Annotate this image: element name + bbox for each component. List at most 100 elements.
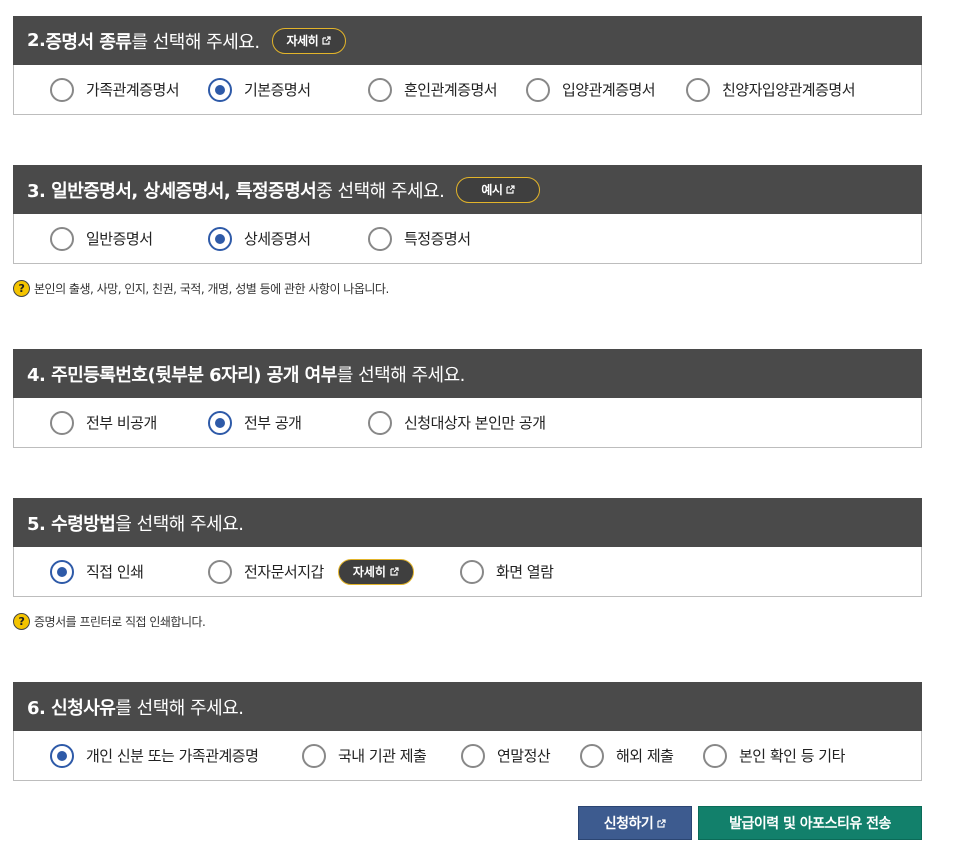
- question-icon: ?: [13, 613, 30, 630]
- section-title-rest: 를 선택해 주세요.: [336, 364, 466, 386]
- radio-overseas[interactable]: 해외 제출: [580, 743, 703, 768]
- radio-button[interactable]: [686, 77, 710, 102]
- radio-button-selected[interactable]: [208, 226, 232, 251]
- radio-button[interactable]: [459, 559, 484, 584]
- radio-button[interactable]: [50, 410, 74, 435]
- radio-label: 기본증명서: [244, 81, 311, 99]
- radio-label: 특정증명서: [404, 230, 471, 248]
- radio-group: 일반증명서 상세증명서 특정증명서: [13, 214, 922, 264]
- radio-label: 혼인관계증명서: [404, 81, 498, 99]
- radio-year-end-tax[interactable]: 연말정산: [461, 743, 580, 768]
- radio-personal-id[interactable]: 개인 신분 또는 가족관계증명: [50, 743, 302, 768]
- radio-label: 상세증명서: [244, 230, 311, 248]
- section-header: 2. 증명서 종류 를 선택해 주세요. 자세히: [13, 16, 922, 65]
- help-text: 본인의 출생, 사망, 인지, 친권, 국적, 개명, 성별 등에 관한 사항이…: [34, 282, 389, 296]
- radio-marriage[interactable]: 혼인관계증명서: [368, 77, 526, 102]
- radio-all-private[interactable]: 전부 비공개: [50, 410, 208, 435]
- radio-label: 신청대상자 본인만 공개: [404, 414, 546, 432]
- details-button[interactable]: 자세히: [337, 558, 414, 585]
- radio-label: 전부 공개: [244, 414, 302, 432]
- section-receipt-method: 5. 수령방법 을 선택해 주세요. 직접 인쇄 전자문서지갑 자세히 화면 열람: [13, 498, 922, 597]
- section-certificate-type: 2. 증명서 종류 를 선택해 주세요. 자세히 가족관계증명서 기본증명서 혼인…: [13, 16, 922, 115]
- radio-family-relation[interactable]: 가족관계증명서: [50, 77, 208, 102]
- section-application-reason: 6. 신청사유 를 선택해 주세요. 개인 신분 또는 가족관계증명 국내 기관 …: [13, 682, 922, 781]
- radio-label: 국내 기관 제출: [338, 747, 427, 765]
- apply-button[interactable]: 신청하기: [578, 806, 692, 840]
- radio-button[interactable]: [526, 77, 550, 102]
- external-link-icon: [390, 567, 399, 576]
- radio-self-only[interactable]: 신청대상자 본인만 공개: [368, 410, 546, 435]
- radio-label: 전자문서지갑: [244, 563, 324, 581]
- radio-adoption[interactable]: 입양관계증명서: [526, 77, 686, 102]
- radio-group: 개인 신분 또는 가족관계증명 국내 기관 제출 연말정산 해외 제출 본인 확…: [13, 731, 922, 781]
- external-link-icon: [322, 36, 331, 45]
- radio-general[interactable]: 일반증명서: [50, 226, 208, 251]
- radio-specific[interactable]: 특정증명서: [368, 226, 471, 251]
- radio-label: 본인 확인 등 기타: [739, 747, 845, 765]
- radio-label: 직접 인쇄: [86, 563, 144, 581]
- radio-all-public[interactable]: 전부 공개: [208, 410, 368, 435]
- apply-button-label: 신청하기: [603, 816, 654, 832]
- example-button[interactable]: 예시: [456, 176, 541, 203]
- send-button-label: 발급이력 및 아포스티유 전송: [729, 816, 891, 832]
- section-number: 2.: [27, 30, 46, 51]
- radio-group: 직접 인쇄 전자문서지갑 자세히 화면 열람: [13, 547, 922, 597]
- section-title-rest: 를 선택해 주세요.: [131, 31, 260, 53]
- radio-other[interactable]: 본인 확인 등 기타: [703, 743, 845, 768]
- help-note: ? 증명서를 프린터로 직접 인쇄합니다.: [13, 613, 206, 630]
- section-rrn-disclosure: 4. 주민등록번호(뒷부분 6자리) 공개 여부 를 선택해 주세요. 전부 비공…: [13, 349, 922, 448]
- radio-full-adoption[interactable]: 친양자입양관계증명서: [686, 77, 856, 102]
- section-header: 5. 수령방법 을 선택해 주세요.: [13, 498, 922, 547]
- section-header: 4. 주민등록번호(뒷부분 6자리) 공개 여부 를 선택해 주세요.: [13, 349, 922, 398]
- radio-label: 일반증명서: [86, 230, 153, 248]
- section-header: 6. 신청사유 를 선택해 주세요.: [13, 682, 922, 731]
- section-title-rest: 을 선택해 주세요.: [115, 513, 244, 535]
- radio-button-selected[interactable]: [208, 410, 232, 435]
- radio-label: 연말정산: [497, 747, 551, 765]
- radio-button[interactable]: [208, 559, 232, 584]
- radio-print[interactable]: 직접 인쇄: [50, 559, 208, 584]
- radio-group: 전부 비공개 전부 공개 신청대상자 본인만 공개: [13, 398, 922, 448]
- external-link-icon: [506, 185, 516, 194]
- section-title-bold: 4. 주민등록번호(뒷부분 6자리) 공개 여부: [27, 364, 337, 386]
- radio-label: 화면 열람: [495, 563, 554, 581]
- help-text: 증명서를 프린터로 직접 인쇄합니다.: [34, 615, 206, 629]
- radio-button-selected[interactable]: [50, 743, 74, 768]
- radio-detailed[interactable]: 상세증명서: [208, 226, 368, 251]
- radio-button[interactable]: [368, 410, 392, 435]
- question-icon: ?: [13, 280, 30, 297]
- section-title-bold: 5. 수령방법: [27, 513, 116, 535]
- radio-label: 입양관계증명서: [562, 81, 656, 99]
- radio-button[interactable]: [368, 226, 392, 251]
- radio-button[interactable]: [302, 743, 326, 768]
- example-button-label: 예시: [481, 183, 503, 197]
- radio-button[interactable]: [580, 743, 604, 768]
- radio-basic[interactable]: 기본증명서: [208, 77, 368, 102]
- radio-button[interactable]: [368, 77, 392, 102]
- section-title-bold: 증명서 종류: [45, 31, 132, 53]
- radio-label: 개인 신분 또는 가족관계증명: [86, 747, 259, 765]
- radio-button[interactable]: [703, 743, 727, 768]
- radio-domestic-agency[interactable]: 국내 기관 제출: [302, 743, 461, 768]
- radio-button-selected[interactable]: [208, 77, 232, 102]
- radio-button-selected[interactable]: [50, 559, 74, 584]
- radio-label: 전부 비공개: [86, 414, 157, 432]
- radio-label: 가족관계증명서: [86, 81, 180, 99]
- radio-button[interactable]: [50, 226, 74, 251]
- details-button-label: 자세히: [286, 34, 319, 48]
- radio-button[interactable]: [461, 743, 485, 768]
- help-note: ? 본인의 출생, 사망, 인지, 친권, 국적, 개명, 성별 등에 관한 사…: [13, 280, 389, 297]
- section-title-bold: 6. 신청사유: [27, 697, 116, 719]
- radio-label: 해외 제출: [616, 747, 674, 765]
- details-button-label: 자세히: [352, 565, 386, 579]
- radio-screen-view[interactable]: 화면 열람: [459, 559, 554, 584]
- radio-label: 친양자입양관계증명서: [722, 81, 856, 99]
- section-title-rest: 중 선택해 주세요.: [316, 180, 445, 202]
- external-link-icon: [657, 818, 666, 828]
- section-title-rest: 를 선택해 주세요.: [115, 697, 244, 719]
- send-history-apostille-button[interactable]: 발급이력 및 아포스티유 전송: [698, 806, 922, 840]
- details-button[interactable]: 자세히: [271, 27, 347, 54]
- radio-button[interactable]: [50, 77, 74, 102]
- radio-e-wallet[interactable]: 전자문서지갑: [208, 559, 324, 584]
- section-title-bold: 3. 일반증명서, 상세증명서, 특정증명서: [27, 180, 317, 202]
